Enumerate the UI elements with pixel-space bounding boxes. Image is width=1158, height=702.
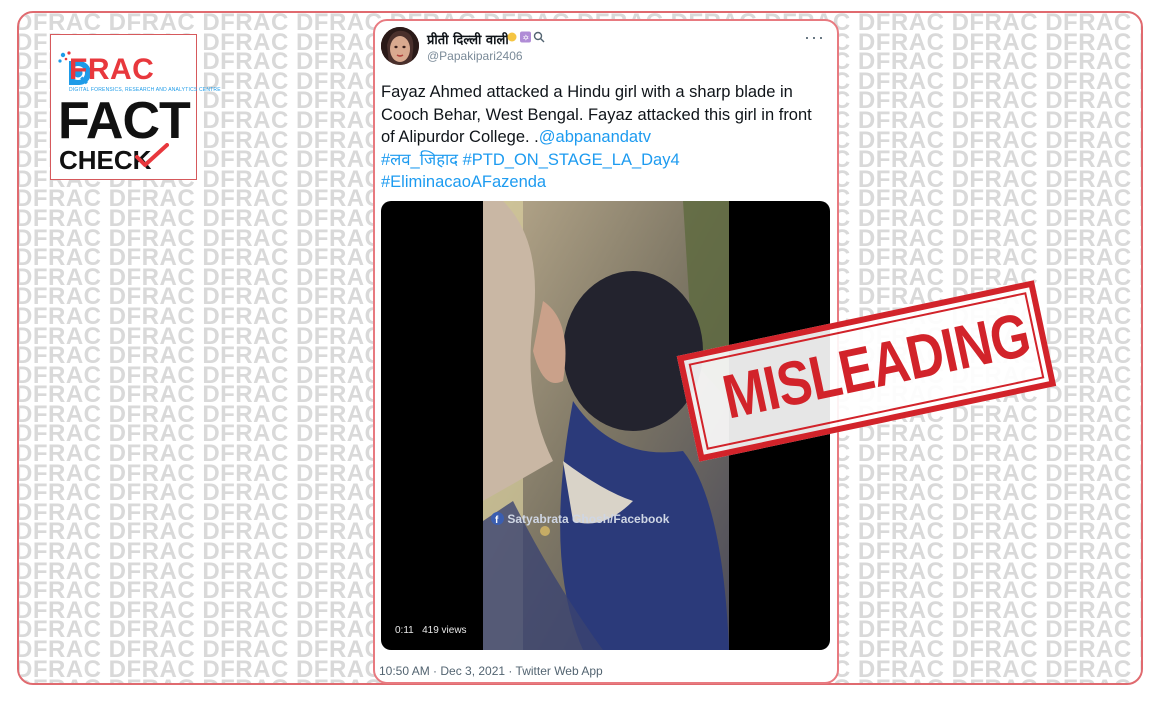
hashtag-link[interactable]: #PTD_ON_STAGE_LA_Day4 bbox=[463, 151, 680, 169]
video-views: 419 views bbox=[422, 625, 467, 636]
user-handle[interactable]: @Papakipari2406 bbox=[427, 49, 523, 63]
facebook-icon: f bbox=[491, 512, 504, 526]
hashtag-link[interactable]: #लव_जिहाद bbox=[381, 151, 458, 169]
tweet-timestamp[interactable]: 10:50 AM · Dec 3, 2021 · Twitter Web App bbox=[379, 664, 603, 678]
profile-badges: ✡ bbox=[507, 30, 547, 49]
sun-emoji-icon bbox=[507, 32, 517, 42]
search-icon bbox=[533, 31, 543, 41]
video-time: 0:11 bbox=[395, 625, 414, 636]
avatar[interactable] bbox=[381, 27, 419, 65]
display-name[interactable]: प्रीती दिल्ली वाली bbox=[427, 30, 509, 48]
hashtag-link[interactable]: #EliminacaoAFazenda bbox=[381, 173, 546, 191]
dfrac-fact-check-logo: FRAC DIGITAL FORENSICS, RESEARCH AND ANA… bbox=[50, 34, 221, 180]
brand-name: FRAC bbox=[69, 53, 155, 86]
fact-label: FACT bbox=[58, 92, 191, 150]
tweet-text: Fayaz Ahmed attacked a Hindu girl with a… bbox=[381, 81, 829, 194]
checkmark-icon bbox=[135, 143, 169, 167]
svg-text:✡: ✡ bbox=[523, 34, 530, 43]
more-options-icon[interactable]: ··· bbox=[804, 27, 825, 48]
mention-link[interactable]: @abpanandatv bbox=[539, 128, 651, 146]
video-overlay-text: f Satyabrata Ghosh/Facebook bbox=[491, 512, 669, 526]
video-meta: 0:11 419 views bbox=[395, 625, 467, 636]
